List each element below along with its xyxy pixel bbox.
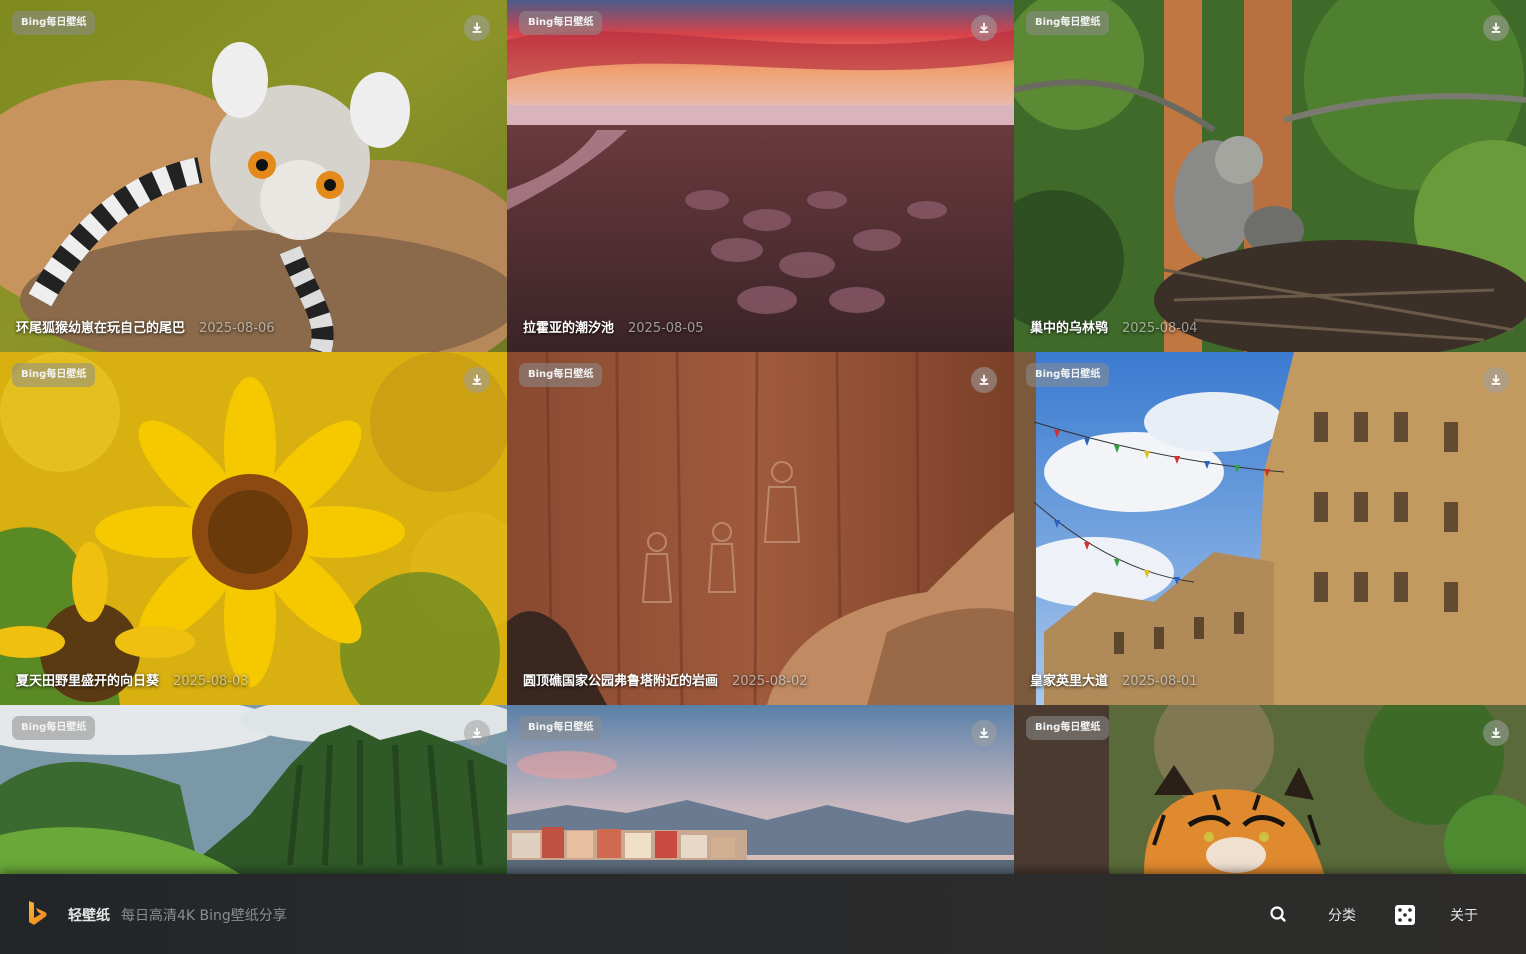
wallpaper-card[interactable]: Bing每日壁纸 皇家英里大道 2025-08-01	[1014, 352, 1526, 705]
download-icon	[977, 21, 991, 35]
wallpaper-card[interactable]: Bing每日壁纸 圆顶礁国家公园弗鲁塔附近的岩画 2025-08-02	[507, 352, 1014, 705]
search-icon	[1270, 906, 1286, 922]
wallpaper-title: 皇家英里大道	[1030, 674, 1109, 689]
wallpaper-image	[0, 352, 507, 705]
source-badge: Bing每日壁纸	[519, 11, 603, 35]
wallpaper-card[interactable]: Bing每日壁纸 夏天田野里盛开的向日葵 2025-08-03	[0, 352, 507, 705]
download-button[interactable]	[1483, 720, 1509, 746]
wallpaper-date: 2025-08-03	[173, 674, 249, 689]
wallpaper-title: 拉霍亚的潮汐池	[523, 321, 615, 336]
wallpaper-image	[0, 0, 507, 352]
wallpaper-card[interactable]: Bing每日壁纸 环尾狐猴幼崽在玩自己的尾巴 2025-08-06	[0, 0, 507, 352]
wallpaper-caption: 圆顶礁国家公园弗鲁塔附近的岩画 2025-08-02	[523, 670, 808, 689]
wallpaper-title: 巢中的乌林鸮	[1030, 321, 1109, 336]
wallpaper-caption: 夏天田野里盛开的向日葵 2025-08-03	[16, 670, 249, 689]
source-badge: Bing每日壁纸	[12, 716, 96, 740]
dice-icon	[1395, 905, 1415, 925]
source-badge: Bing每日壁纸	[519, 363, 603, 387]
source-badge: Bing每日壁纸	[1026, 716, 1110, 740]
wallpaper-title: 夏天田野里盛开的向日葵	[16, 674, 160, 689]
download-icon	[1489, 726, 1503, 740]
wallpaper-image	[507, 0, 1014, 352]
nav-category[interactable]: 分类	[1328, 905, 1356, 925]
download-button[interactable]	[464, 15, 490, 41]
nav-about[interactable]: 关于	[1450, 905, 1478, 925]
bing-logo-icon[interactable]	[26, 900, 48, 928]
source-badge: Bing每日壁纸	[12, 11, 96, 35]
wallpaper-caption: 拉霍亚的潮汐池 2025-08-05	[523, 317, 704, 336]
random-button[interactable]	[1394, 904, 1416, 926]
wallpaper-date: 2025-08-05	[628, 321, 704, 336]
brand-name[interactable]: 轻壁纸	[68, 905, 110, 925]
download-button[interactable]	[971, 15, 997, 41]
download-button[interactable]	[464, 367, 490, 393]
wallpaper-date: 2025-08-06	[199, 321, 275, 336]
wallpaper-card[interactable]: Bing每日壁纸	[1014, 705, 1526, 874]
wallpaper-title: 环尾狐猴幼崽在玩自己的尾巴	[16, 321, 186, 336]
wallpaper-caption: 巢中的乌林鸮 2025-08-04	[1030, 317, 1198, 336]
wallpaper-title: 圆顶礁国家公园弗鲁塔附近的岩画	[523, 674, 719, 689]
wallpaper-date: 2025-08-04	[1122, 321, 1198, 336]
download-button[interactable]	[464, 720, 490, 746]
download-icon	[977, 726, 991, 740]
download-button[interactable]	[1483, 15, 1509, 41]
wallpaper-image	[1014, 352, 1526, 705]
wallpaper-date: 2025-08-02	[732, 674, 808, 689]
download-icon	[470, 21, 484, 35]
wallpaper-image	[507, 352, 1014, 705]
wallpaper-card[interactable]: Bing每日壁纸 拉霍亚的潮汐池 2025-08-05	[507, 0, 1014, 352]
wallpaper-card[interactable]: Bing每日壁纸 巢中的乌林鸮 2025-08-04	[1014, 0, 1526, 352]
wallpaper-image	[1014, 0, 1526, 352]
source-badge: Bing每日壁纸	[12, 363, 96, 387]
download-button[interactable]	[1483, 367, 1509, 393]
bottom-bar: 轻壁纸 每日高清4K Bing壁纸分享 分类 关于	[0, 874, 1526, 954]
download-button[interactable]	[971, 367, 997, 393]
search-button[interactable]	[1268, 904, 1288, 924]
wallpaper-card[interactable]: Bing每日壁纸	[0, 705, 507, 874]
brand-slogan: 每日高清4K Bing壁纸分享	[121, 908, 287, 924]
wallpaper-card[interactable]: Bing每日壁纸	[507, 705, 1014, 874]
download-icon	[977, 373, 991, 387]
source-badge: Bing每日壁纸	[1026, 11, 1110, 35]
wallpaper-caption: 环尾狐猴幼崽在玩自己的尾巴 2025-08-06	[16, 317, 275, 336]
wallpaper-grid: Bing每日壁纸 环尾狐猴幼崽在玩自己的尾巴 2025-08-06 Bing每日…	[0, 0, 1526, 874]
download-button[interactable]	[971, 720, 997, 746]
wallpaper-caption: 皇家英里大道 2025-08-01	[1030, 670, 1198, 689]
source-badge: Bing每日壁纸	[1026, 363, 1110, 387]
download-icon	[1489, 21, 1503, 35]
wallpaper-date: 2025-08-01	[1122, 674, 1198, 689]
download-icon	[470, 726, 484, 740]
source-badge: Bing每日壁纸	[519, 716, 603, 740]
download-icon	[470, 373, 484, 387]
download-icon	[1489, 373, 1503, 387]
